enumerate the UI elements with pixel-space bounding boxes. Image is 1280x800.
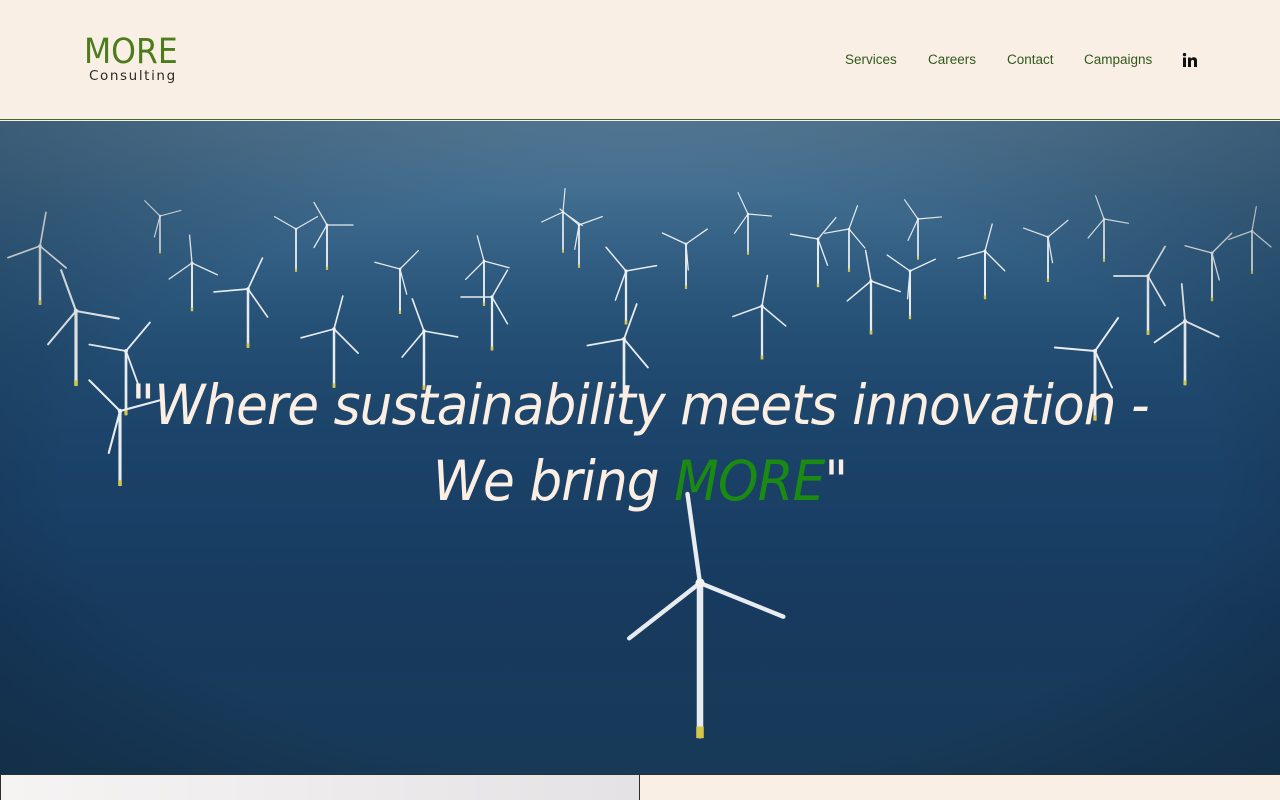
nav-contact[interactable]: Contact	[1007, 50, 1054, 70]
quote-accent-more: MORE	[674, 449, 825, 513]
quote-line-2-prefix: We bring	[432, 449, 675, 513]
linkedin-icon[interactable]	[1182, 52, 1198, 68]
site-header: MORE Consulting Services Careers Contact…	[0, 0, 1280, 120]
nav-services[interactable]: Services	[845, 50, 897, 70]
content-card-right	[640, 774, 1280, 800]
nav-campaigns[interactable]: Campaigns	[1084, 50, 1152, 70]
quote-line-2-suffix: "	[824, 449, 848, 513]
quote-line-2: We bring MORE"	[38, 443, 1241, 519]
nav-careers[interactable]: Careers	[928, 50, 976, 70]
logo[interactable]: MORE Consulting	[84, 34, 194, 90]
hero-quote: "Where sustainability meets innovation -…	[38, 367, 1241, 519]
hero-banner: "Where sustainability meets innovation -…	[0, 121, 1280, 774]
quote-line-1: "Where sustainability meets innovation -	[131, 373, 1149, 437]
logo-subtitle: Consulting	[89, 68, 177, 84]
content-card-left	[0, 774, 640, 800]
logo-wordmark: MORE	[84, 32, 178, 72]
